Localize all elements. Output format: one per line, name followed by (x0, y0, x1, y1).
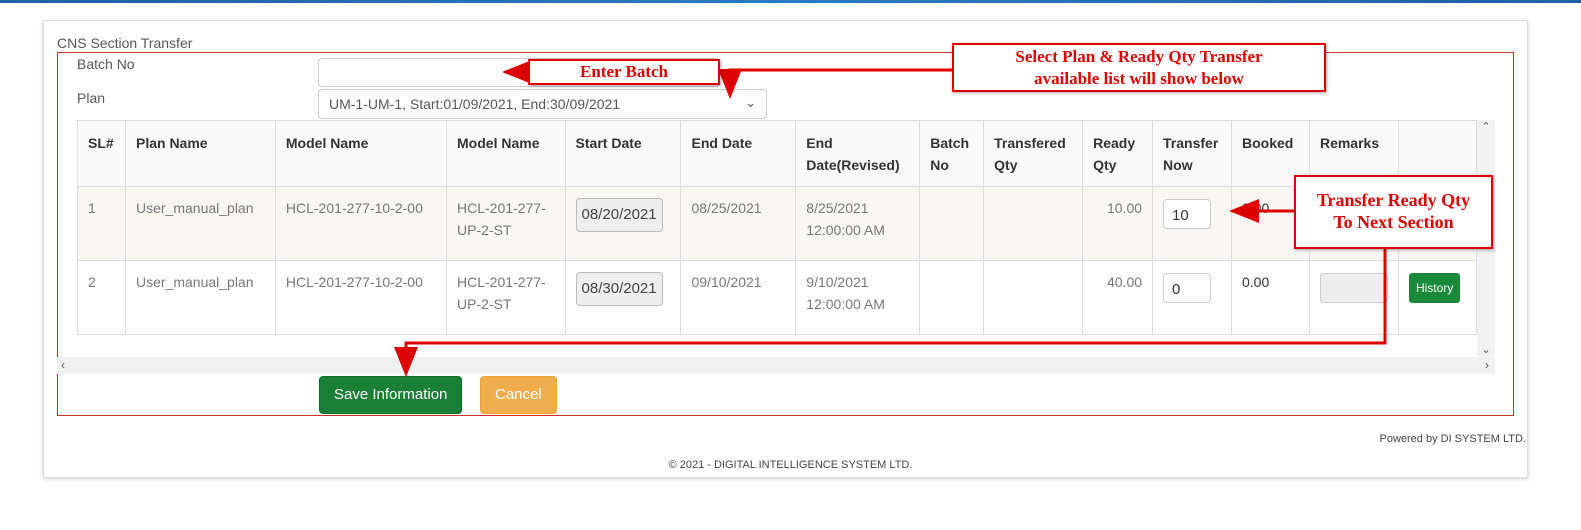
start-date-input[interactable]: 08/30/2021 (575, 272, 663, 306)
scroll-up-icon[interactable]: ⌃ (1477, 120, 1495, 133)
callout-enter-batch: Enter Batch (528, 59, 720, 85)
col-header: End Date(Revised) (795, 120, 921, 187)
cell-start: 08/30/2021 (564, 260, 682, 335)
cell-model: HCL-201-277-UP-2-ST (446, 186, 566, 261)
col-header: Transfered Qty (983, 120, 1084, 187)
cell-batch (919, 186, 985, 261)
scroll-right-icon[interactable]: › (1485, 358, 1489, 372)
cell-action: History (1397, 260, 1478, 335)
callout-select-plan: Select Plan & Ready Qty Transfer availabl… (952, 43, 1326, 92)
table-row: 2 User_manual_plan HCL-201-277-10-2-00 H… (77, 260, 1478, 335)
cell-ready: 40.00 (1082, 260, 1154, 335)
batch-label: Batch No (77, 56, 135, 72)
cell-start: 08/20/2021 (564, 186, 682, 261)
col-header: Plan Name (124, 120, 276, 187)
col-header: End Date (680, 120, 797, 187)
scroll-down-icon[interactable]: ⌄ (1477, 343, 1495, 356)
cell-transfered (983, 186, 1084, 261)
transfer-table: SL# Plan Name Model Name Model Name Star… (77, 120, 1478, 335)
cell-plan: User_manual_plan (124, 260, 276, 335)
callout-text: To Next Section (1333, 212, 1454, 232)
col-header: SL# (77, 120, 126, 187)
cell-sl: 1 (77, 186, 126, 261)
transfer-now-input[interactable]: 10 (1163, 199, 1212, 229)
cell-ready: 10.00 (1082, 186, 1154, 261)
cell-transfered (983, 260, 1084, 335)
powered-by: Powered by DI SYSTEM LTD. (1379, 433, 1526, 445)
callout-text: available list will show below (1034, 69, 1244, 88)
plan-select[interactable]: UM-1-UM-1, Start:01/09/2021, End:30/09/2… (318, 89, 767, 119)
callout-text: Select Plan & Ready Qty Transfer (1015, 47, 1263, 66)
plan-select-value: UM-1-UM-1, Start:01/09/2021, End:30/09/2… (329, 96, 621, 112)
top-bar (0, 0, 1581, 3)
horizontal-scrollbar[interactable]: ‹ › (57, 357, 1495, 374)
plan-label: Plan (77, 90, 106, 106)
cell-model: HCL-201-277-10-2-00 (274, 186, 448, 261)
cell-batch (919, 260, 985, 335)
copyright: © 2021 - DIGITAL INTELLIGENCE SYSTEM LTD… (668, 459, 913, 471)
transfer-now-input[interactable]: 0 (1163, 273, 1212, 303)
cell-revised: 9/10/2021 12:00:00 AM (795, 260, 921, 335)
col-header: Model Name (274, 120, 448, 187)
table-row: 1 User_manual_plan HCL-201-277-10-2-00 H… (77, 186, 1478, 261)
cell-end: 08/25/2021 (680, 186, 797, 261)
scroll-left-icon[interactable]: ‹ (61, 358, 65, 372)
cell-now: 10 (1152, 186, 1232, 261)
cell-booked: 0.00 (1231, 260, 1310, 335)
cell-plan: User_manual_plan (124, 186, 276, 261)
callout-text: Transfer Ready Qty (1316, 190, 1471, 210)
col-header: Transfer Now (1152, 120, 1232, 187)
cell-revised: 8/25/2021 12:00:00 AM (795, 186, 921, 261)
cell-model: HCL-201-277-UP-2-ST (446, 260, 566, 335)
callout-transfer-qty: Transfer Ready Qty To Next Section (1294, 175, 1493, 249)
form-title: CNS Section Transfer (57, 35, 193, 51)
col-header: Model Name (446, 120, 566, 187)
cell-end: 09/10/2021 (680, 260, 797, 335)
col-header: Start Date (564, 120, 682, 187)
history-button[interactable]: History (1408, 273, 1461, 303)
col-header: Batch No (919, 120, 985, 187)
chevron-down-icon: ⌄ (745, 95, 756, 110)
cancel-button[interactable]: Cancel (480, 376, 557, 414)
cell-model: HCL-201-277-10-2-00 (274, 260, 448, 335)
save-button[interactable]: Save Information (319, 376, 463, 414)
cell-remarks (1308, 260, 1399, 335)
remarks-input[interactable] (1319, 273, 1388, 303)
cell-sl: 2 (77, 260, 126, 335)
cell-now: 0 (1152, 260, 1232, 335)
col-header: Ready Qty (1082, 120, 1154, 187)
start-date-input[interactable]: 08/20/2021 (575, 198, 663, 232)
table-header: SL# Plan Name Model Name Model Name Star… (77, 120, 1478, 187)
